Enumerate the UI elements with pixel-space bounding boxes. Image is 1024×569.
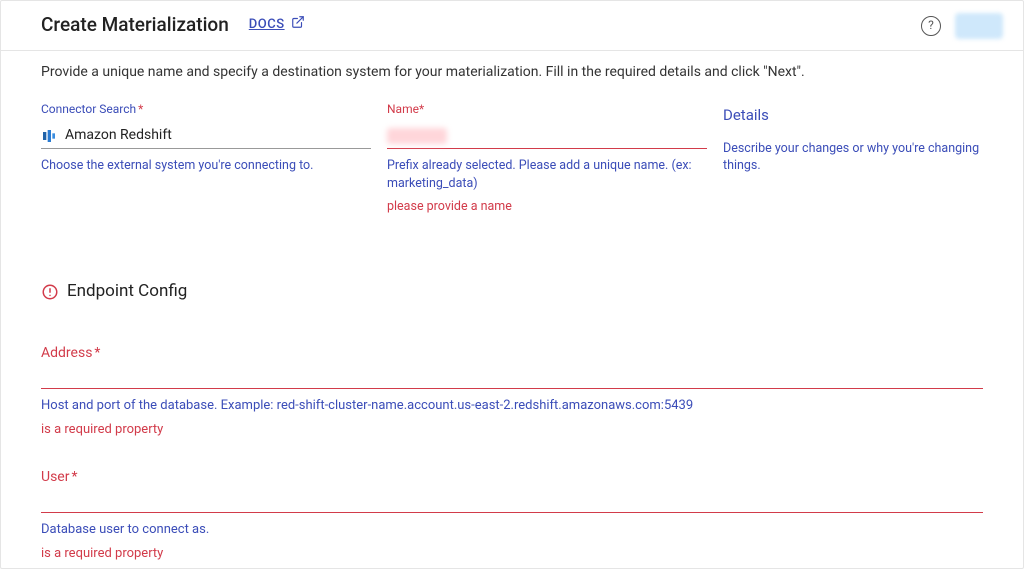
- name-label: Name*: [387, 101, 707, 118]
- details-field: Details Describe your changes or why you…: [723, 101, 983, 175]
- address-input[interactable]: [41, 367, 983, 389]
- endpoint-config-section: Endpoint Config Address* Host and port o…: [41, 280, 983, 569]
- name-input[interactable]: [387, 123, 707, 149]
- section-header: Endpoint Config: [41, 280, 983, 304]
- user-field: User* Database user to connect as. is a …: [41, 468, 983, 564]
- address-field: Address* Host and port of the database. …: [41, 344, 983, 440]
- details-label: Details: [723, 101, 983, 126]
- intro-text: Provide a unique name and specify a dest…: [41, 63, 983, 83]
- user-chip[interactable]: [955, 13, 1003, 39]
- name-help: Prefix already selected. Please add a un…: [387, 157, 707, 192]
- external-link-icon: [291, 15, 305, 35]
- docs-link[interactable]: DOCS: [249, 15, 305, 35]
- details-help: Describe your changes or why you're chan…: [723, 140, 983, 175]
- address-label: Address*: [41, 344, 983, 364]
- redshift-icon: [41, 128, 57, 144]
- user-error: is a required property: [41, 545, 983, 563]
- name-value-redacted: [387, 128, 447, 144]
- address-error: is a required property: [41, 421, 983, 439]
- user-input[interactable]: [41, 491, 983, 513]
- name-field: Name* Prefix already selected. Please ad…: [387, 101, 707, 216]
- address-desc: Host and port of the database. Example: …: [41, 397, 983, 415]
- connector-field: Connector Search* Amazon Redshift Choose…: [41, 101, 371, 175]
- page-title: Create Materialization: [41, 12, 229, 39]
- page-root: Create Materialization DOCS ? Provide a …: [0, 0, 1024, 569]
- connector-label: Connector Search*: [41, 101, 371, 118]
- user-label: User*: [41, 468, 983, 488]
- docs-link-label: DOCS: [249, 16, 285, 34]
- help-icon[interactable]: ?: [921, 16, 941, 36]
- alert-icon: [41, 283, 59, 301]
- page-body: Provide a unique name and specify a dest…: [1, 51, 1023, 569]
- name-error: please provide a name: [387, 198, 707, 216]
- section-title: Endpoint Config: [67, 280, 187, 304]
- top-field-row: Connector Search* Amazon Redshift Choose…: [41, 101, 983, 216]
- user-desc: Database user to connect as.: [41, 521, 983, 539]
- connector-input[interactable]: Amazon Redshift: [41, 123, 371, 149]
- page-header: Create Materialization DOCS ?: [1, 1, 1023, 51]
- connector-help: Choose the external system you're connec…: [41, 157, 371, 175]
- connector-value: Amazon Redshift: [65, 126, 172, 146]
